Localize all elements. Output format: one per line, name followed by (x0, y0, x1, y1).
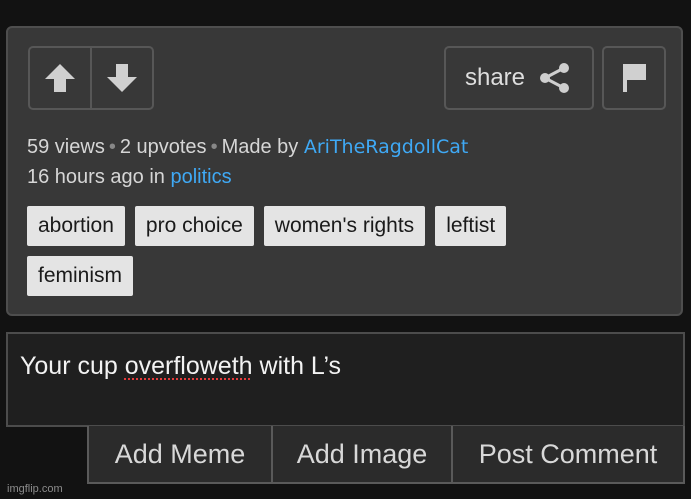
vote-group (28, 46, 154, 110)
tag-list: abortion pro choice women's rights lefti… (27, 206, 627, 306)
arrow-up-icon (45, 64, 75, 92)
tag-feminism[interactable]: feminism (27, 256, 134, 296)
watermark: imgflip.com (7, 483, 63, 495)
tag-abortion[interactable]: abortion (27, 206, 125, 246)
meta-separator: • (210, 136, 218, 158)
arrow-down-icon (107, 64, 137, 92)
upvotes-count: 2 upvotes (119, 136, 207, 158)
misspelled-word: overfloweth (124, 352, 253, 380)
add-meme-button[interactable]: Add Meme (89, 426, 271, 482)
meta-separator: • (108, 136, 116, 158)
post-comment-button[interactable]: Post Comment (451, 426, 683, 482)
comment-text-start: Your cup (20, 352, 125, 380)
share-button[interactable]: share (444, 46, 594, 110)
views-count: 59 views (27, 136, 105, 158)
post-info-panel: share 59 views • 2 upvotes • Made by AriTheR… (6, 26, 683, 316)
tag-pro-choice[interactable]: pro choice (134, 206, 254, 246)
meta-line-2: 16 hours ago in politics (27, 162, 468, 192)
flag-button[interactable] (602, 46, 666, 110)
share-icon (540, 63, 570, 93)
comment-text-end: with L’s (252, 352, 342, 380)
tag-row: feminism (27, 256, 627, 296)
meta-line-1: 59 views • 2 upvotes • Made by AriTheRagdoll… (27, 132, 468, 162)
time-label: 16 hours ago in (27, 166, 165, 188)
comment-text: Your cup overfloweth with L’s (20, 352, 341, 381)
tag-womens-rights[interactable]: women's rights (263, 206, 426, 246)
post-meta: 59 views • 2 upvotes • Made by AriTheRagdoll… (27, 132, 468, 192)
tag-row: abortion pro choice women's rights lefti… (27, 206, 627, 246)
comment-input[interactable]: Your cup overfloweth with L’s (6, 332, 685, 427)
made-by-label: Made by (221, 136, 299, 158)
add-image-button[interactable]: Add Image (271, 426, 451, 482)
flag-icon (623, 64, 646, 92)
upvote-button[interactable] (30, 48, 90, 108)
share-label: share (464, 64, 526, 91)
tag-leftist[interactable]: leftist (435, 206, 507, 246)
downvote-button[interactable] (90, 48, 152, 108)
stream-link[interactable]: politics (170, 166, 231, 188)
comment-actions: Add Meme Add Image Post Comment (87, 426, 685, 484)
page: share 59 views • 2 upvotes • Made by AriTheR… (0, 0, 691, 499)
author-link[interactable]: AriTheRagdollCat (304, 136, 469, 158)
